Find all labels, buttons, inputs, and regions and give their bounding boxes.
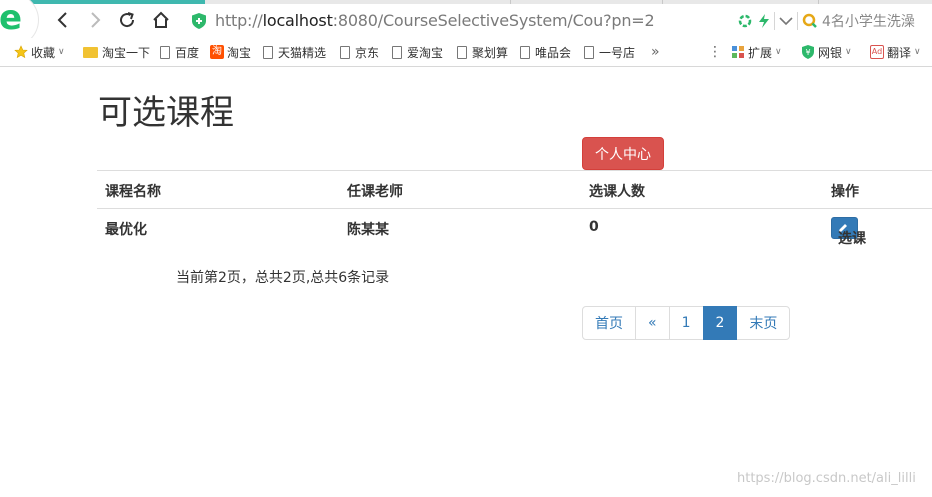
lightning-icon[interactable] <box>758 14 770 28</box>
browser-toolbar: e http://localhost:8080/CourseSelectiveS… <box>0 0 932 46</box>
bookmark-favorites[interactable]: 收藏 ∨ <box>14 43 65 61</box>
select-course-button[interactable]: 选课 <box>831 217 866 247</box>
page-icon <box>263 45 273 59</box>
pagination-info: 当前第2页，总共2页,总共6条记录 <box>176 270 390 286</box>
shield-icon <box>192 13 206 29</box>
forward-arrow-icon <box>91 12 101 28</box>
header-action: 操作 <box>831 184 859 200</box>
extensions-menu[interactable]: 扩展 ∨ <box>731 43 782 61</box>
home-icon <box>153 11 169 28</box>
reload-icon <box>120 12 135 28</box>
page-icon <box>520 45 530 59</box>
page-icon <box>160 45 170 59</box>
pagination-prev[interactable]: « <box>635 306 670 340</box>
back-arrow-icon <box>57 12 67 28</box>
chevron-down-icon[interactable] <box>779 16 793 26</box>
pagination: 首页 « 1 2 末页 <box>582 306 791 340</box>
bank-shield-icon: ¥ <box>802 45 814 59</box>
course-table: 课程名称 任课老师 选课人数 操作 最优化 陈某某 0 选课 <box>97 170 932 247</box>
bookmark-item[interactable]: 唯品会 <box>520 43 571 61</box>
header-teacher: 任课老师 <box>347 184 403 200</box>
page-icon <box>584 45 594 59</box>
table-header-row: 课程名称 任课老师 选课人数 操作 <box>97 170 932 208</box>
bookmark-item[interactable]: 爱淘宝 <box>392 43 443 61</box>
translate-icon: Ad <box>870 45 884 59</box>
bookmark-item[interactable]: 百度 <box>160 43 199 61</box>
pagination-first[interactable]: 首页 <box>582 306 636 340</box>
cell-enrollment: 0 <box>589 219 599 235</box>
page-icon <box>392 45 402 59</box>
forward-button[interactable] <box>83 8 107 32</box>
personal-center-button[interactable]: 个人中心 <box>582 137 664 170</box>
folder-icon <box>83 46 98 58</box>
watermark: https://blog.csdn.net/ali_lilli <box>737 471 916 486</box>
bookmarks-more[interactable]: » <box>651 43 660 61</box>
bookmark-item[interactable]: 天猫精选 <box>263 43 326 61</box>
select-course-label: 选课 <box>838 231 866 247</box>
home-button[interactable] <box>149 8 173 32</box>
search-icon[interactable] <box>802 13 818 29</box>
menu-dots-icon[interactable]: ⋮ <box>708 43 722 61</box>
page-icon <box>457 45 467 59</box>
pagination-page-2[interactable]: 2 <box>702 306 738 340</box>
bookmark-folder[interactable]: 淘宝一下 <box>83 43 150 61</box>
refresh-circle-icon[interactable] <box>738 14 752 28</box>
page-icon <box>340 45 350 59</box>
taobao-icon: 淘 <box>210 45 224 59</box>
bookmark-item[interactable]: 京东 <box>340 43 379 61</box>
svg-text:¥: ¥ <box>805 48 810 57</box>
header-enrollment: 选课人数 <box>589 184 645 200</box>
header-course-name: 课程名称 <box>105 184 161 200</box>
table-row: 最优化 陈某某 0 选课 <box>97 208 932 247</box>
bookmark-item[interactable]: 聚划算 <box>457 43 508 61</box>
bookmarks-bar: 收藏 ∨ 淘宝一下 百度 淘淘宝 天猫精选 京东 爱淘宝 聚划算 唯品会 一号店 … <box>0 38 932 67</box>
address-bar[interactable]: http://localhost:8080/CourseSelectiveSys… <box>186 7 932 35</box>
cell-course-name: 最优化 <box>105 222 147 238</box>
cell-teacher: 陈某某 <box>347 222 389 238</box>
page-title: 可选课程 <box>98 93 234 133</box>
back-button[interactable] <box>51 8 75 32</box>
search-suggestion[interactable]: 4名小学生洗澡 <box>822 11 915 31</box>
translate-menu[interactable]: Ad 翻译 ∨ <box>870 43 921 61</box>
extensions-icon <box>732 46 744 58</box>
url-text[interactable]: http://localhost:8080/CourseSelectiveSys… <box>215 11 655 30</box>
pagination-last[interactable]: 末页 <box>736 306 791 340</box>
bank-menu[interactable]: ¥ 网银 ∨ <box>801 43 852 61</box>
bookmark-item[interactable]: 淘淘宝 <box>210 43 251 61</box>
bookmark-item[interactable]: 一号店 <box>584 43 635 61</box>
reload-button[interactable] <box>115 8 139 32</box>
pagination-page-1[interactable]: 1 <box>668 306 704 340</box>
star-icon <box>14 45 28 59</box>
